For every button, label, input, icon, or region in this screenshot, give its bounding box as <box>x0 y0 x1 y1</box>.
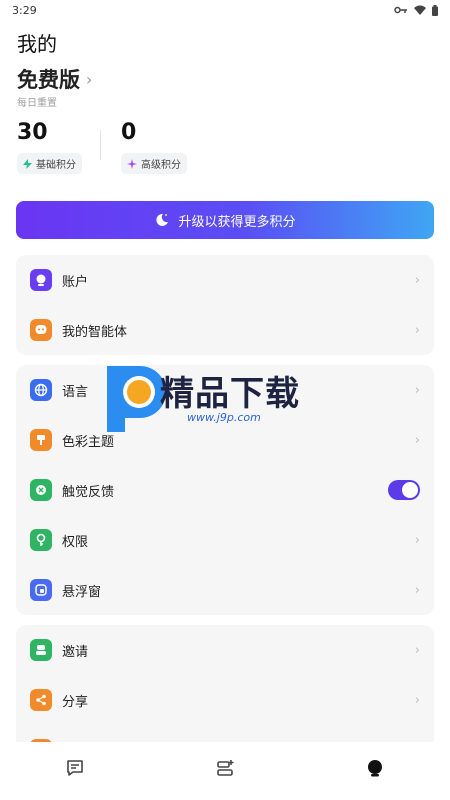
haptic-feedback-toggle[interactable] <box>388 480 420 500</box>
row-share-label: 分享 <box>62 694 89 710</box>
profile-icon <box>368 760 382 777</box>
nav-chat[interactable] <box>45 753 105 783</box>
toggle-knob <box>402 482 418 498</box>
row-permissions[interactable]: 权限 › <box>16 515 434 565</box>
watermark: 精品下载 www.j9p.com <box>95 358 365 438</box>
row-invite[interactable]: 邀请 › <box>16 625 434 675</box>
bottom-nav <box>0 742 450 800</box>
floating-window-icon <box>30 579 52 601</box>
row-my-agents-label: 我的智能体 <box>62 324 128 340</box>
agent-icon <box>30 319 52 341</box>
status-bar: 3:29 <box>0 0 450 20</box>
row-haptic-feedback-label: 触觉反馈 <box>62 484 115 500</box>
watermark-title: 精品下载 <box>160 374 300 414</box>
upgrade-button[interactable]: 升级以获得更多积分 <box>16 201 434 239</box>
chevron-right-icon: › <box>414 692 420 708</box>
settings-group-social: 邀请 › 分享 › <box>16 625 434 755</box>
basic-credits-label: 基础积分 <box>36 160 76 171</box>
invite-icon <box>30 639 52 661</box>
status-time: 3:29 <box>12 3 37 17</box>
key-status-icon <box>394 6 407 14</box>
row-my-agents[interactable]: 我的智能体 › <box>16 305 434 355</box>
moon-icon <box>156 213 169 226</box>
row-account[interactable]: 账户 › <box>16 255 434 305</box>
chevron-right-icon: › <box>414 532 420 548</box>
chevron-right-icon: › <box>414 432 420 448</box>
nav-agents[interactable] <box>195 753 255 783</box>
advanced-credits-value: 0 <box>121 120 137 145</box>
row-share[interactable]: 分享 › <box>16 675 434 725</box>
chevron-right-icon: › <box>414 642 420 658</box>
palette-icon <box>30 429 52 451</box>
lightning-icon <box>23 158 32 169</box>
agents-icon <box>217 760 234 776</box>
basic-credits[interactable]: 30 基础积分 <box>17 120 82 174</box>
chat-icon <box>67 760 83 776</box>
advanced-credits-label: 高级积分 <box>141 160 181 171</box>
row-floating-window[interactable]: 悬浮窗 › <box>16 565 434 615</box>
globe-icon <box>30 379 52 401</box>
page-title: 我的 <box>17 32 57 56</box>
chevron-right-icon: › <box>414 582 420 598</box>
status-icons <box>394 4 438 16</box>
row-account-label: 账户 <box>62 274 89 290</box>
credits-divider <box>100 130 101 160</box>
basic-credits-value: 30 <box>17 120 48 145</box>
share-icon <box>30 689 52 711</box>
chevron-right-icon: › <box>86 69 93 89</box>
wifi-icon <box>414 5 426 15</box>
key-icon <box>30 529 52 551</box>
chevron-right-icon: › <box>414 382 420 398</box>
row-invite-label: 邀请 <box>62 644 89 660</box>
plan-name: 免费版 <box>17 68 80 92</box>
advanced-credits-tag: 高级积分 <box>121 153 187 174</box>
row-haptic-feedback: 触觉反馈 <box>16 465 434 515</box>
advanced-credits[interactable]: 0 高级积分 <box>121 120 187 174</box>
battery-icon <box>432 4 438 16</box>
nav-profile[interactable] <box>345 753 405 783</box>
plan-subtitle: 每日重置 <box>17 98 57 109</box>
sparkle-icon <box>127 158 137 169</box>
settings-group-account: 账户 › 我的智能体 › <box>16 255 434 355</box>
account-icon <box>30 269 52 291</box>
upgrade-label: 升级以获得更多积分 <box>178 214 296 230</box>
chevron-right-icon: › <box>414 272 420 288</box>
watermark-url: www.j9p.com <box>187 411 261 424</box>
chevron-right-icon: › <box>414 322 420 338</box>
plan-selector[interactable]: 免费版 › <box>17 64 92 94</box>
row-floating-window-label: 悬浮窗 <box>62 584 102 600</box>
basic-credits-tag: 基础积分 <box>17 153 82 174</box>
vibration-icon <box>30 479 52 501</box>
row-permissions-label: 权限 <box>62 534 89 550</box>
